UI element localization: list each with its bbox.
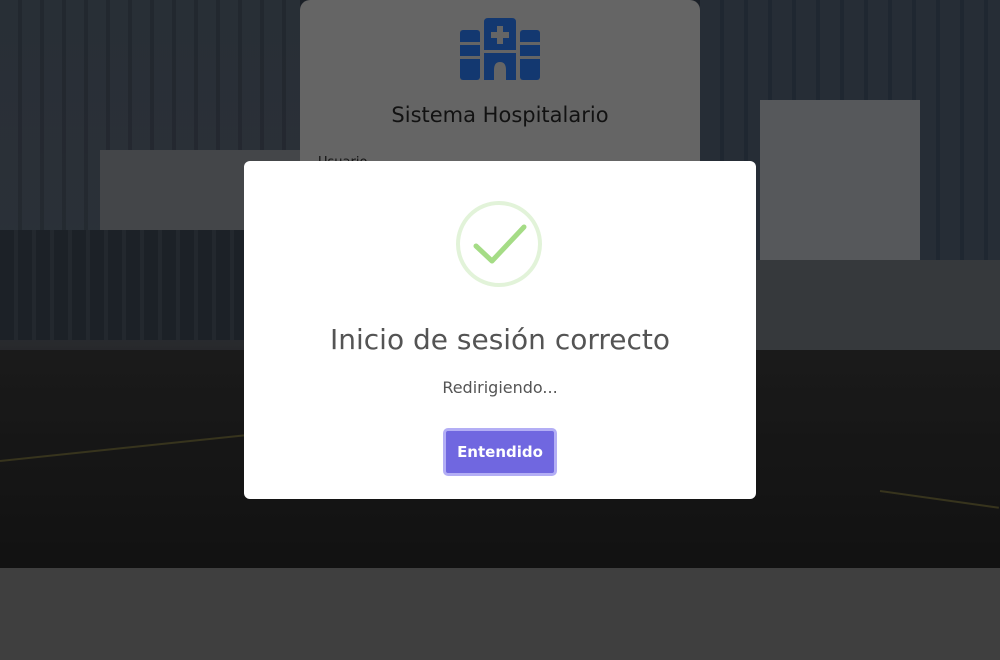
confirm-button[interactable]: Entendido	[443, 428, 557, 476]
dialog-title: Inicio de sesión correcto	[329, 323, 671, 356]
dialog-message: Redirigiendo...	[442, 378, 558, 397]
success-check-icon	[456, 201, 542, 287]
page: Sistema Hospitalario Usuario Inicio de s…	[0, 0, 1000, 660]
success-dialog: Inicio de sesión correcto Redirigiendo..…	[244, 161, 756, 499]
